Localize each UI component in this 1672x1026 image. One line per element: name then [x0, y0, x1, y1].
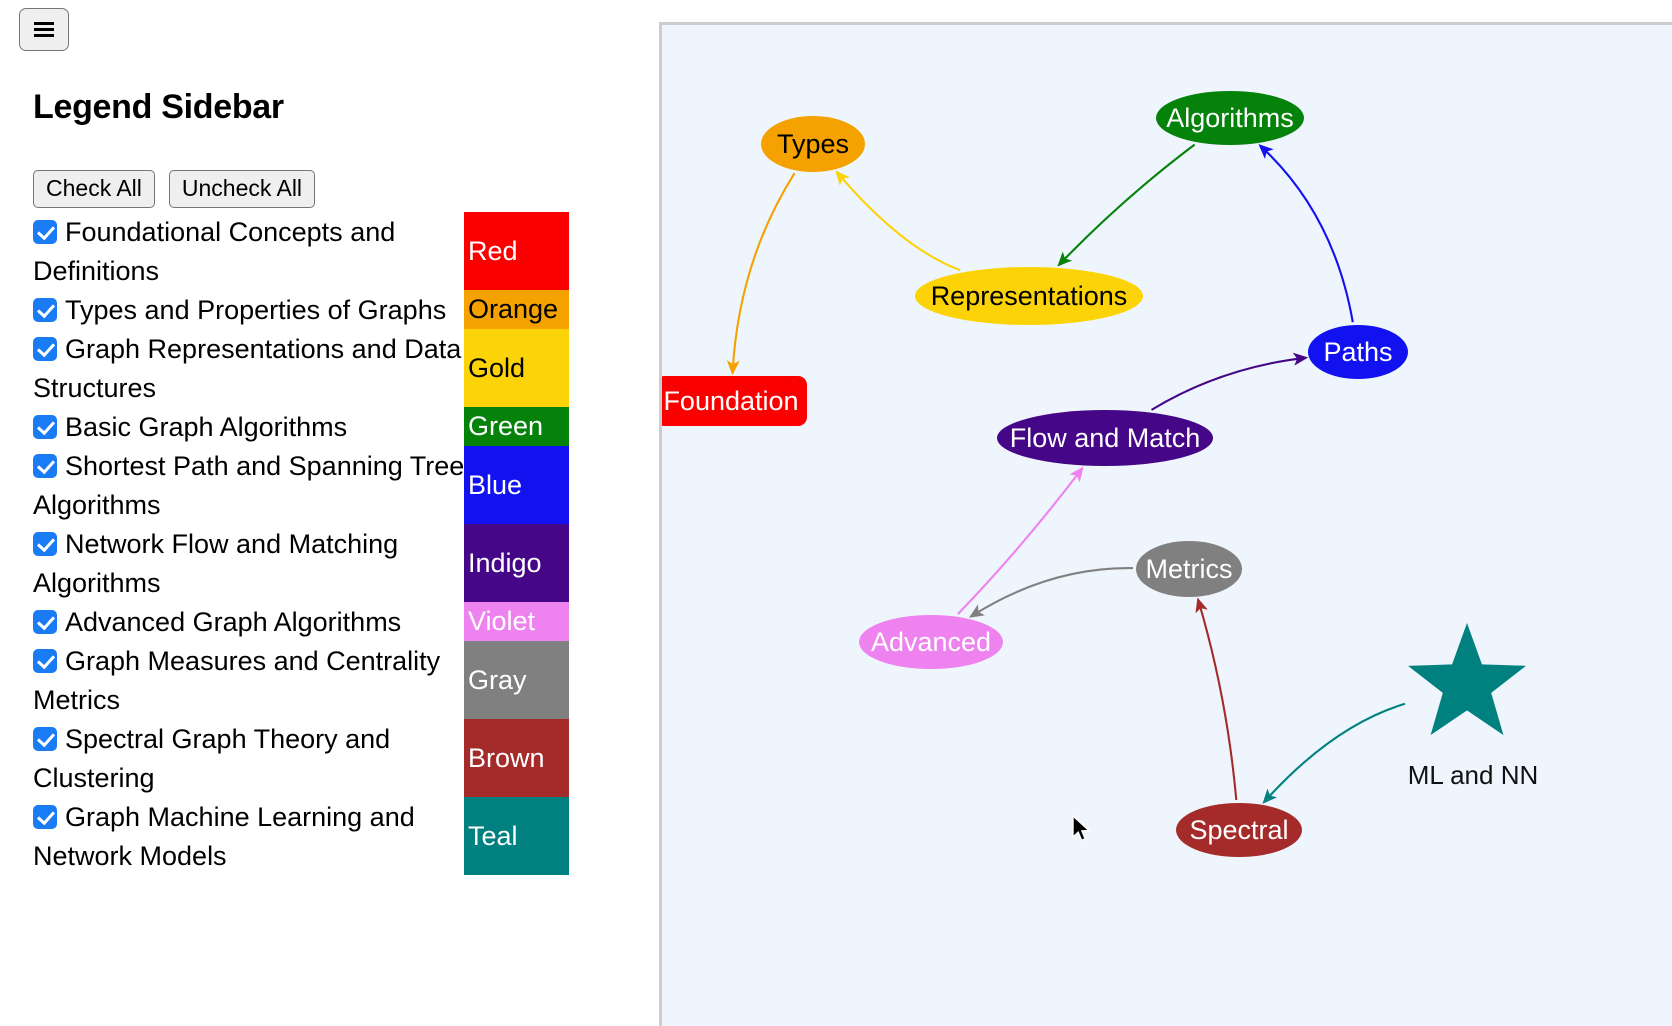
checkbox-icon[interactable]	[33, 727, 57, 751]
legend-swatch-0: Red	[464, 212, 569, 290]
legend-swatch-label: Violet	[468, 606, 536, 636]
graph-node-types[interactable]: Types	[761, 116, 865, 172]
legend-swatch-6: Violet	[464, 602, 569, 641]
legend-item-7[interactable]: Graph Measures and Centrality Metrics	[33, 642, 465, 720]
graph-node-foundation[interactable]: Foundation	[662, 376, 807, 426]
legend-swatch-1: Orange	[464, 290, 569, 329]
graph-node-spectral[interactable]: Spectral	[1176, 803, 1302, 857]
app-root: Legend Sidebar Check All Uncheck All Foun…	[0, 0, 1672, 1026]
legend-item-label: Graph Measures and Centrality Metrics	[33, 646, 441, 715]
graph-node-flow[interactable]: Flow and Match	[997, 410, 1213, 466]
checkbox-icon[interactable]	[33, 337, 57, 361]
legend-item-label: Advanced Graph Algorithms	[65, 607, 402, 637]
graph-node-advanced[interactable]: Advanced	[859, 615, 1003, 669]
legend-swatch-label: Orange	[468, 294, 559, 324]
legend-checkbox-list: Foundational Concepts and Definitions Typ…	[33, 213, 465, 876]
legend-swatch-label: Indigo	[468, 547, 542, 578]
graph-node-paths[interactable]: Paths	[1308, 325, 1408, 379]
node-label: Flow and Match	[1010, 423, 1201, 453]
graph-edge-spectral-to-metrics	[1195, 597, 1238, 801]
legend-item-4[interactable]: Shortest Path and Spanning Tree Algorith…	[33, 447, 465, 525]
legend-item-label: Foundational Concepts and Definitions	[33, 217, 396, 286]
graph-node-metrics[interactable]: Metrics	[1136, 541, 1242, 597]
node-label: Advanced	[871, 627, 991, 657]
legend-swatch-7: Gray	[464, 641, 569, 719]
legend-item-9[interactable]: Graph Machine Learning and Network Model…	[33, 798, 465, 876]
legend-swatch-label: Gray	[468, 664, 527, 695]
node-shape-star	[1408, 623, 1526, 736]
legend-swatch-5: Indigo	[464, 524, 569, 602]
node-label: Representations	[931, 281, 1128, 311]
legend-swatch-label: Green	[468, 411, 544, 441]
legend-item-8[interactable]: Spectral Graph Theory and Clustering	[33, 720, 465, 798]
checkbox-icon[interactable]	[33, 532, 57, 556]
checkbox-icon[interactable]	[33, 805, 57, 829]
graph-node-algorithms[interactable]: Algorithms	[1156, 91, 1304, 145]
graph-edge-representations-to-types	[835, 170, 961, 272]
legend-color-swatch-column: Red Orange Gold Green Blue Indigo Violet Gray Br…	[464, 212, 569, 875]
node-label: Metrics	[1146, 554, 1233, 584]
legend-item-2[interactable]: Graph Representations and Data Structure…	[33, 330, 465, 408]
page-title: Legend Sidebar	[33, 88, 284, 126]
legend-item-label: Types and Properties of Graphs	[65, 295, 447, 325]
legend-item-1[interactable]: Types and Properties of Graphs	[33, 291, 465, 330]
node-label: ML and NN	[1408, 760, 1539, 790]
legend-item-3[interactable]: Basic Graph Algorithms	[33, 408, 465, 447]
graph-edge-types-to-foundation	[726, 172, 796, 376]
legend-swatch-4: Blue	[464, 446, 569, 524]
graph-svg: Types Algorithms Representations Foundation…	[662, 91, 1538, 857]
graph-node-mlnn[interactable]: ML and NN	[1408, 623, 1539, 790]
legend-item-0[interactable]: Foundational Concepts and Definitions	[33, 213, 465, 291]
checkbox-icon[interactable]	[33, 220, 57, 244]
legend-item-label: Graph Machine Learning and Network Model…	[33, 802, 415, 871]
legend-item-label: Basic Graph Algorithms	[65, 412, 348, 442]
legend-item-label: Graph Representations and Data Structure…	[33, 334, 462, 403]
legend-swatch-label: Teal	[468, 820, 518, 851]
uncheck-all-button[interactable]: Uncheck All	[168, 170, 316, 209]
node-label: Paths	[1323, 337, 1392, 367]
graph-edge-advanced-to-flow	[957, 466, 1084, 615]
node-label: Foundation	[663, 386, 798, 416]
legend-swatch-9: Teal	[464, 797, 569, 875]
legend-swatch-label: Red	[468, 235, 518, 266]
checkbox-icon[interactable]	[33, 649, 57, 673]
checkbox-icon[interactable]	[33, 298, 57, 322]
legend-sidebar: Legend Sidebar Check All Uncheck All Foun…	[0, 0, 658, 1026]
legend-item-5[interactable]: Network Flow and Matching Algorithms	[33, 525, 465, 603]
legend-swatch-3: Green	[464, 407, 569, 446]
graph-edges	[726, 143, 1406, 804]
graph-canvas-panel[interactable]: Types Algorithms Representations Foundation…	[659, 22, 1672, 1026]
checkbox-icon[interactable]	[33, 454, 57, 478]
node-label: Algorithms	[1166, 103, 1294, 133]
graph-edge-paths-to-algorithms	[1258, 144, 1354, 323]
legend-swatch-2: Gold	[464, 329, 569, 407]
legend-item-label: Spectral Graph Theory and Clustering	[33, 724, 391, 793]
legend-swatch-label: Gold	[468, 352, 526, 383]
legend-item-label: Network Flow and Matching Algorithms	[33, 529, 399, 598]
node-label: Spectral	[1189, 815, 1288, 845]
legend-swatch-8: Brown	[464, 719, 569, 797]
checkbox-icon[interactable]	[33, 415, 57, 439]
hamburger-icon	[34, 19, 54, 40]
legend-item-label: Shortest Path and Spanning Tree Algorith…	[33, 451, 465, 520]
graph-edge-flow-to-paths	[1150, 352, 1309, 411]
graph-edge-mlnn-to-spectral	[1262, 702, 1406, 804]
graph-node-representations[interactable]: Representations	[915, 267, 1143, 325]
legend-swatch-label: Brown	[468, 742, 545, 773]
graph-edge-algorithms-to-representations	[1057, 143, 1196, 267]
node-label: Types	[777, 129, 849, 159]
legend-item-6[interactable]: Advanced Graph Algorithms	[33, 603, 465, 642]
graph-nodes: Types Algorithms Representations Foundation…	[662, 91, 1538, 857]
check-all-button[interactable]: Check All	[33, 170, 155, 209]
hamburger-menu-button[interactable]	[19, 8, 69, 51]
bulk-action-buttons: Check All Uncheck All	[33, 170, 316, 209]
checkbox-icon[interactable]	[33, 610, 57, 634]
legend-swatch-label: Blue	[468, 469, 523, 500]
